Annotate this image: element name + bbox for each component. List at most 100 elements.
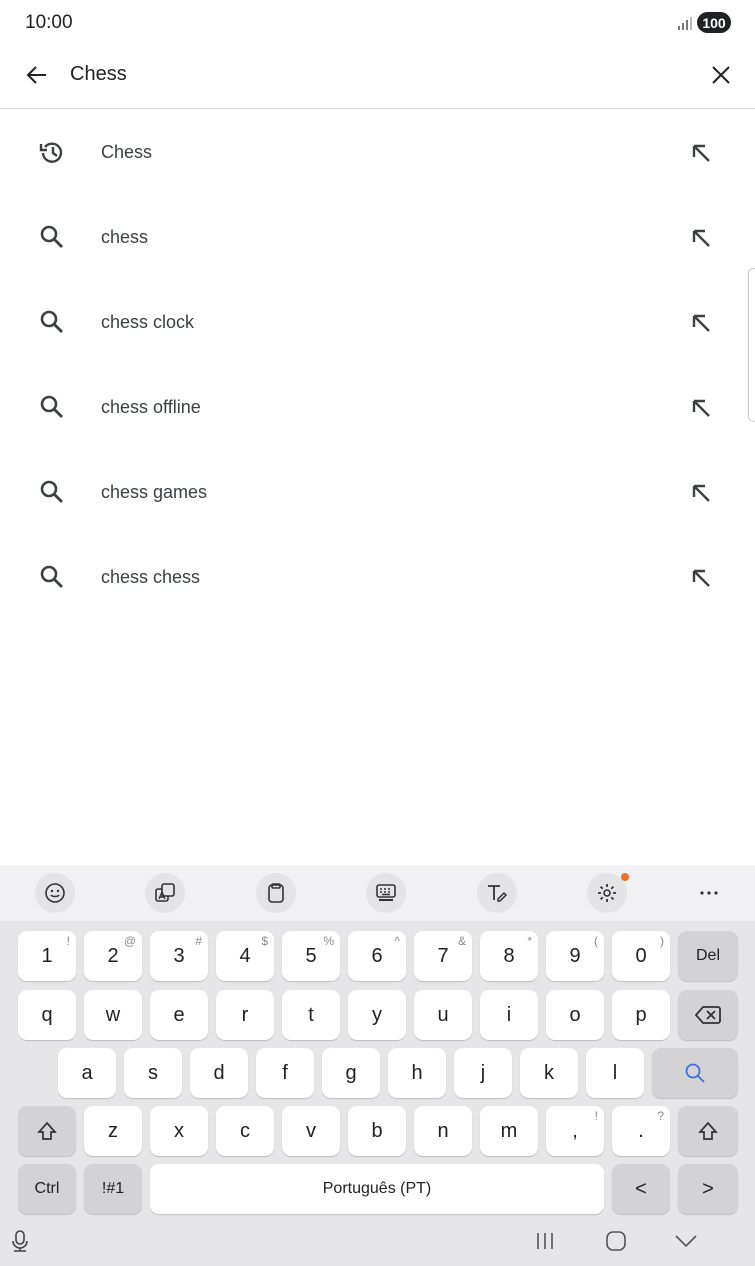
key-l[interactable]: l — [586, 1048, 644, 1098]
navigation-bar — [0, 1217, 755, 1266]
fill-query-button[interactable] — [686, 138, 716, 168]
space-key[interactable]: Português (PT) — [150, 1164, 604, 1214]
hide-keyboard-button[interactable] — [666, 1225, 706, 1257]
key-7[interactable]: 7 & — [414, 931, 472, 981]
shift-key-left[interactable] — [18, 1106, 76, 1156]
key-n[interactable]: n — [414, 1106, 472, 1156]
status-time: 10:00 — [25, 12, 73, 33]
key-3[interactable]: 3 # — [150, 931, 208, 981]
key-0[interactable]: 0) — [612, 931, 670, 981]
suggestion-item[interactable]: chess clock — [0, 280, 755, 365]
search-icon — [38, 223, 66, 251]
close-icon — [712, 66, 730, 84]
fill-query-button[interactable] — [686, 308, 716, 338]
gear-icon — [598, 884, 616, 902]
keyboard-toolbar — [0, 865, 755, 921]
key-w[interactable]: w — [84, 990, 142, 1040]
key-s[interactable]: s — [124, 1048, 182, 1098]
cursor-right-key[interactable]: > — [678, 1164, 738, 1214]
arrow-back-icon — [26, 66, 46, 84]
key-e[interactable]: e — [150, 990, 208, 1040]
shift-icon — [37, 1121, 57, 1140]
key-2[interactable]: 2 @ — [84, 931, 142, 981]
shift-key-right[interactable] — [678, 1106, 738, 1156]
suggestion-label: Chess — [101, 142, 153, 162]
fill-query-button[interactable] — [686, 563, 716, 593]
arrow-up-left-icon — [692, 144, 710, 162]
translate-button[interactable] — [145, 873, 185, 913]
key-y[interactable]: y — [348, 990, 406, 1040]
suggestion-item[interactable]: chess games — [0, 450, 755, 535]
suggestion-label: chess offline — [101, 397, 201, 417]
delete-key[interactable]: Del — [678, 931, 738, 981]
back-button[interactable] — [20, 58, 54, 92]
key-k[interactable]: k — [520, 1048, 578, 1098]
suggestion-item[interactable]: chess chess — [0, 535, 755, 620]
backspace-key[interactable] — [678, 990, 738, 1040]
key-q[interactable]: q — [18, 990, 76, 1040]
more-options-button[interactable] — [689, 873, 729, 913]
key-f[interactable]: f — [256, 1048, 314, 1098]
key-d[interactable]: d — [190, 1048, 248, 1098]
search-input[interactable] — [70, 56, 630, 92]
key-5[interactable]: 5% — [282, 931, 340, 981]
key-period[interactable]: .? — [612, 1106, 670, 1156]
clipboard-button[interactable] — [256, 873, 296, 913]
key-o[interactable]: o — [546, 990, 604, 1040]
key-u[interactable]: u — [414, 990, 472, 1040]
history-icon — [38, 138, 66, 166]
search-key[interactable] — [652, 1048, 738, 1098]
handwriting-button[interactable] — [477, 873, 517, 913]
key-c[interactable]: c — [216, 1106, 274, 1156]
key-t[interactable]: t — [282, 990, 340, 1040]
suggestion-label: chess clock — [101, 312, 195, 332]
clipboard-icon — [268, 883, 284, 903]
translate-icon — [155, 883, 175, 902]
key-comma[interactable]: ,! — [546, 1106, 604, 1156]
key-6[interactable]: 6 ^ — [348, 931, 406, 981]
key-1[interactable]: 1! — [18, 931, 76, 981]
key-a[interactable]: a — [58, 1048, 116, 1098]
fill-query-button[interactable] — [686, 478, 716, 508]
clear-search-button[interactable] — [704, 58, 738, 92]
signal-icon — [677, 16, 693, 30]
arrow-up-left-icon — [692, 484, 710, 502]
voice-input-button[interactable] — [0, 1225, 40, 1257]
more-icon — [700, 891, 718, 895]
keyboard-icon — [376, 884, 396, 901]
key-j[interactable]: j — [454, 1048, 512, 1098]
emoji-icon — [45, 883, 65, 903]
suggestion-item[interactable]: chess offline — [0, 365, 755, 450]
emoji-button[interactable] — [35, 873, 75, 913]
suggestion-label: chess — [101, 227, 149, 247]
key-m[interactable]: m — [480, 1106, 538, 1156]
cursor-left-key[interactable]: < — [612, 1164, 670, 1214]
key-4[interactable]: 4 $ — [216, 931, 274, 981]
key-x[interactable]: x — [150, 1106, 208, 1156]
suggestion-item[interactable]: Chess — [0, 110, 755, 195]
notification-dot — [621, 873, 629, 881]
key-r[interactable]: r — [216, 990, 274, 1040]
key-b[interactable]: b — [348, 1106, 406, 1156]
key-v[interactable]: v — [282, 1106, 340, 1156]
key-9[interactable]: 9( — [546, 931, 604, 981]
backspace-icon — [695, 1006, 721, 1024]
ctrl-key[interactable]: Ctrl — [18, 1164, 76, 1214]
recent-apps-button[interactable] — [525, 1225, 565, 1257]
home-button[interactable] — [596, 1225, 636, 1257]
search-icon — [38, 393, 66, 421]
scroll-handle[interactable] — [748, 268, 755, 422]
key-i[interactable]: i — [480, 990, 538, 1040]
key-8[interactable]: 8 * — [480, 931, 538, 981]
key-p[interactable]: p — [612, 990, 670, 1040]
key-h[interactable]: h — [388, 1048, 446, 1098]
suggestion-item[interactable]: chess — [0, 195, 755, 280]
symbols-key[interactable]: !#1 — [84, 1164, 142, 1214]
search-bar — [0, 44, 755, 109]
fill-query-button[interactable] — [686, 393, 716, 423]
search-icon — [685, 1063, 705, 1083]
fill-query-button[interactable] — [686, 223, 716, 253]
key-g[interactable]: g — [322, 1048, 380, 1098]
key-z[interactable]: z — [84, 1106, 142, 1156]
keyboard-mode-button[interactable] — [366, 873, 406, 913]
